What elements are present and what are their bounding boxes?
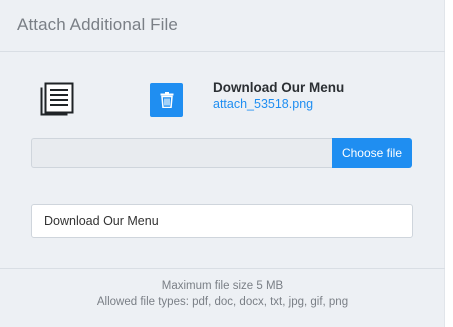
attach-file-panel: Attach Additional File Download Our Menu… xyxy=(0,0,445,327)
attachment-title: Download Our Menu xyxy=(213,80,345,95)
file-path-display[interactable] xyxy=(31,138,332,168)
page-background-strip xyxy=(445,0,453,327)
panel-header: Attach Additional File xyxy=(0,0,445,52)
attachment-title-input[interactable] xyxy=(31,204,413,238)
document-lines-icon xyxy=(38,82,74,116)
panel-title: Attach Additional File xyxy=(17,15,178,34)
allowed-file-types-note: Allowed file types: pdf, doc, docx, txt,… xyxy=(96,296,349,308)
trash-icon xyxy=(160,92,173,108)
attachment-filename-link[interactable]: attach_53518.png xyxy=(213,97,313,111)
delete-attachment-button[interactable] xyxy=(150,83,183,117)
choose-file-button[interactable]: Choose file xyxy=(332,138,412,168)
panel-footer: Maximum file size 5 MB Allowed file type… xyxy=(0,268,445,327)
max-file-size-note: Maximum file size 5 MB xyxy=(161,280,284,292)
